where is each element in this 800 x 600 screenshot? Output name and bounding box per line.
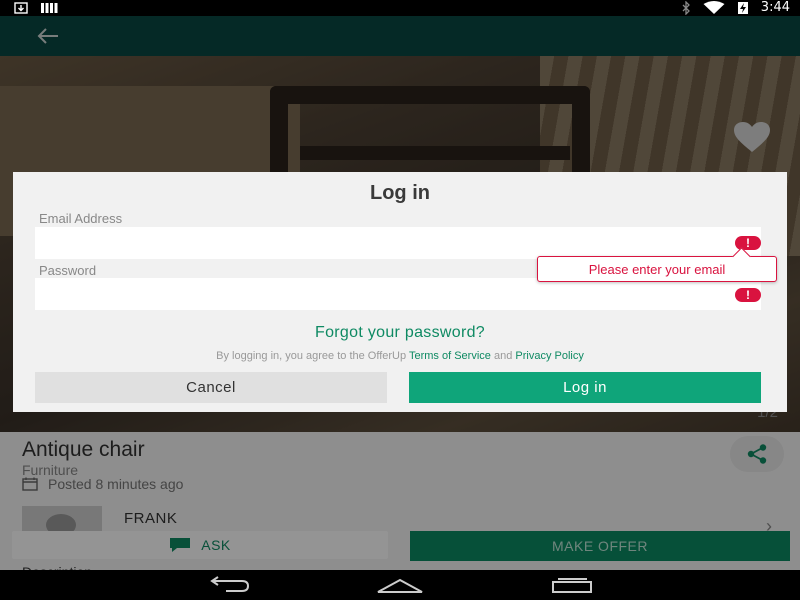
cancel-button[interactable]: Cancel bbox=[35, 372, 387, 403]
email-label: Email Address bbox=[39, 211, 123, 226]
home-icon bbox=[377, 578, 423, 593]
password-error-icon[interactable]: ! bbox=[735, 288, 761, 302]
forgot-password-link[interactable]: Forgot your password? bbox=[13, 324, 787, 342]
password-field[interactable] bbox=[35, 278, 761, 310]
password-label: Password bbox=[39, 263, 97, 278]
privacy-policy-link[interactable]: Privacy Policy bbox=[515, 350, 583, 362]
dialog-title: Log in bbox=[370, 182, 430, 204]
nav-recents-button[interactable] bbox=[546, 574, 598, 596]
recents-icon bbox=[552, 578, 592, 593]
login-dialog: Log in Email Address ! Password ! Please… bbox=[13, 172, 787, 412]
download-icon bbox=[14, 2, 28, 14]
nav-back-icon bbox=[210, 576, 250, 592]
error-tooltip: Please enter your email bbox=[537, 256, 777, 282]
terms-and: and bbox=[493, 350, 513, 362]
status-time: 3:44 bbox=[760, 0, 790, 15]
signal-bars-icon bbox=[41, 3, 58, 13]
status-bar: 3:44 bbox=[0, 0, 800, 16]
email-error-icon[interactable]: ! bbox=[735, 236, 761, 250]
battery-charging-icon bbox=[737, 2, 748, 14]
terms-notice: By logging in, you agree to the OfferUp … bbox=[13, 350, 787, 362]
wifi-icon bbox=[703, 1, 725, 14]
bluetooth-icon bbox=[682, 1, 690, 15]
terms-prefix: By logging in, you agree to the OfferUp bbox=[216, 350, 407, 362]
email-field[interactable] bbox=[35, 227, 761, 259]
login-button[interactable]: Log in bbox=[409, 372, 761, 403]
terms-of-service-link[interactable]: Terms of Service bbox=[409, 350, 491, 362]
navigation-bar bbox=[0, 570, 800, 600]
nav-home-button[interactable] bbox=[374, 574, 426, 596]
nav-back-button[interactable] bbox=[203, 574, 255, 596]
